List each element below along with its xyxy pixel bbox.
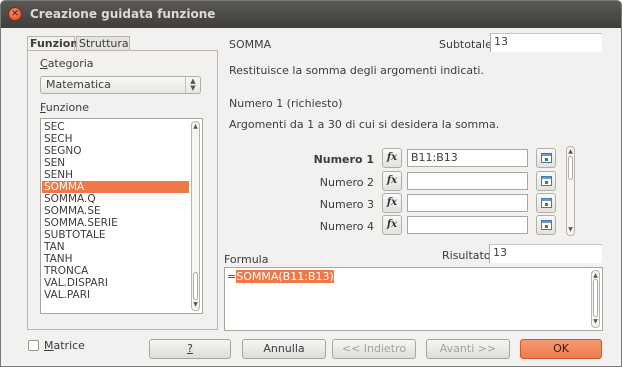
list-item[interactable]: SEC <box>42 121 189 133</box>
scroll-thumb[interactable] <box>193 272 198 300</box>
shrink-button-1[interactable] <box>536 148 556 168</box>
tab-funzioni[interactable]: Funzioni <box>27 36 82 51</box>
next-button-label: Avanti >> <box>439 342 497 355</box>
argument-label-1-text: Numero 1 <box>313 153 374 166</box>
shrink-button-2[interactable] <box>536 171 556 191</box>
formula-text[interactable]: =SOMMA(B11:B13) <box>227 270 334 283</box>
argument-input-2[interactable] <box>407 172 528 190</box>
list-item[interactable]: TRONCA <box>42 265 189 277</box>
help-button-label: ? <box>187 342 193 355</box>
matrix-label-text: atrice <box>53 339 85 352</box>
fx-glyph: fx <box>386 175 398 186</box>
scroll-thumb[interactable] <box>568 156 573 180</box>
formula-selection: SOMMA(B11:B13) <box>236 270 334 283</box>
formula-scrollbar[interactable]: ▲ ▼ <box>591 270 600 328</box>
argument-heading: Numero 1 (richiesto) <box>229 97 343 110</box>
dropdown-icon: ▲ ▼ <box>185 77 200 93</box>
fx-icon[interactable]: fx <box>382 193 402 213</box>
function-label: Funzione <box>40 101 89 114</box>
argument-label-1: Numero 1 <box>304 153 374 166</box>
argument-label-4: Numero 4 <box>304 220 374 233</box>
list-item[interactable]: VAL.DISPARI <box>42 277 189 289</box>
result-label: Risultato <box>442 249 491 262</box>
function-description: Restituisce la somma degli argomenti ind… <box>229 64 484 77</box>
next-button[interactable]: Avanti >> <box>426 339 510 359</box>
list-item[interactable]: SEGNO <box>42 145 189 157</box>
function-wizard-dialog: ✕ Creazione guidata funzione Funzioni St… <box>0 0 622 367</box>
fx-icon[interactable]: fx <box>382 171 402 191</box>
argument-description: Argomenti da 1 a 30 di cui si desidera l… <box>229 118 500 131</box>
list-item[interactable]: SOMMA.SE <box>42 205 189 217</box>
fx-glyph: fx <box>386 152 398 163</box>
list-item[interactable]: SOMMA.SERIE <box>42 217 189 229</box>
shrink-dialog-icon <box>541 153 552 163</box>
shrink-dialog-icon <box>541 220 552 230</box>
category-label: Categoria <box>40 57 94 70</box>
argument-label-4-text: Numero 4 <box>319 220 374 233</box>
argument-label-2-text: Numero 2 <box>319 176 374 189</box>
fx-icon[interactable]: fx <box>382 148 402 168</box>
scroll-down-icon[interactable]: ▼ <box>592 319 599 325</box>
function-listbox[interactable]: SEC SECH SEGNO SEN SENH SOMMA SOMMA.Q SO… <box>40 118 203 314</box>
category-select[interactable]: Matematica ▲ ▼ <box>40 76 201 94</box>
argument-label-2: Numero 2 <box>304 176 374 189</box>
scroll-thumb[interactable] <box>593 279 598 317</box>
ok-button[interactable]: OK <box>520 339 602 359</box>
fx-glyph: fx <box>386 219 398 230</box>
function-name: SOMMA <box>229 38 272 51</box>
window-title: Creazione guidata funzione <box>30 7 216 21</box>
subtotal-value: 13 <box>490 34 602 52</box>
argument-label-3: Numero 3 <box>304 198 374 211</box>
list-item[interactable]: TANH <box>42 253 189 265</box>
tab-struttura[interactable]: Struttura <box>76 36 130 51</box>
list-item[interactable]: SENH <box>42 169 189 181</box>
functions-panel: Categoria Matematica ▲ ▼ Funzione SEC SEC… <box>27 50 218 330</box>
list-item[interactable]: SECH <box>42 133 189 145</box>
close-icon[interactable]: ✕ <box>8 7 22 21</box>
formula-prefix: = <box>227 270 237 283</box>
back-button-label: << Indietro <box>341 342 407 355</box>
result-value: 13 <box>489 245 602 263</box>
cancel-button[interactable]: Annulla <box>242 339 326 359</box>
fx-icon[interactable]: fx <box>382 215 402 235</box>
help-button[interactable]: ? <box>149 339 231 359</box>
cancel-button-label: Annulla <box>263 342 305 355</box>
category-label-text: ategoria <box>47 57 94 70</box>
subtotal-label: Subtotale <box>439 38 492 51</box>
formula-editor[interactable]: =SOMMA(B11:B13) ▲ ▼ <box>224 267 603 331</box>
list-item[interactable]: SEN <box>42 157 189 169</box>
shrink-dialog-icon <box>541 198 552 208</box>
matrix-checkbox[interactable] <box>28 340 39 351</box>
title-bar: ✕ Creazione guidata funzione <box>1 1 621 28</box>
list-item[interactable]: VAL.PARI <box>42 289 189 301</box>
back-button[interactable]: << Indietro <box>332 339 416 359</box>
function-label-text: unzione <box>45 101 89 114</box>
scroll-up-icon[interactable]: ▲ <box>192 124 199 130</box>
list-item[interactable]: SUBTOTALE <box>42 229 189 241</box>
shrink-button-3[interactable] <box>536 193 556 213</box>
list-item[interactable]: SOMMA.Q <box>42 193 189 205</box>
argument-input-4[interactable] <box>407 216 528 234</box>
fx-glyph: fx <box>386 197 398 208</box>
list-item-selected[interactable]: SOMMA <box>42 181 189 193</box>
formula-label: Formula <box>224 253 269 266</box>
argument-label-3-text: Numero 3 <box>319 198 374 211</box>
argument-input-1[interactable]: B11:B13 <box>407 149 528 167</box>
scroll-up-icon[interactable]: ▲ <box>567 149 574 155</box>
scroll-down-icon[interactable]: ▼ <box>567 227 574 233</box>
list-item[interactable]: TAN <box>42 241 189 253</box>
category-select-value: Matematica <box>46 78 111 91</box>
function-list-scrollbar[interactable]: ▲ ▼ <box>191 121 200 311</box>
shrink-button-4[interactable] <box>536 215 556 235</box>
ok-button-label: OK <box>553 342 569 355</box>
shrink-dialog-icon <box>541 176 552 186</box>
matrix-label: Matrice <box>44 339 85 352</box>
argument-input-3[interactable] <box>407 194 528 212</box>
scroll-down-icon[interactable]: ▼ <box>192 302 199 308</box>
arguments-scrollbar[interactable]: ▲ ▼ <box>566 146 575 236</box>
